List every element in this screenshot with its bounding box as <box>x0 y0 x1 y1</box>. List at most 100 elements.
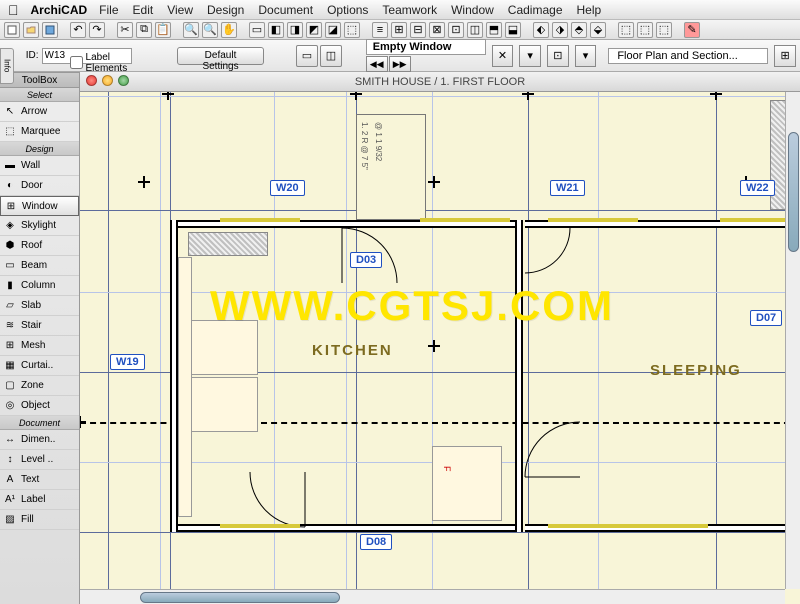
tool-wall[interactable]: ▬Wall <box>0 156 79 176</box>
redo-icon[interactable]: ↷ <box>89 22 105 38</box>
tool-label: Level .. <box>21 454 53 465</box>
align-e-icon[interactable]: ⊡ <box>448 22 464 38</box>
menu-teamwork[interactable]: Teamwork <box>382 3 437 17</box>
prev-item-icon[interactable]: ◀◀ <box>366 56 388 72</box>
view-b-icon[interactable]: ⬗ <box>552 22 568 38</box>
menu-cadimage[interactable]: Cadimage <box>508 3 563 17</box>
tool-marquee[interactable]: ⬚Marquee <box>0 122 79 142</box>
wall <box>170 220 178 532</box>
tool-level[interactable]: ↕Level .. <box>0 450 79 470</box>
view-a-icon[interactable]: ⬖ <box>533 22 549 38</box>
tag-d03[interactable]: D03 <box>350 252 382 268</box>
cut-icon[interactable]: ✂ <box>117 22 133 38</box>
tool-d-icon[interactable]: ◩ <box>306 22 322 38</box>
window-type-label[interactable]: Empty Window <box>366 39 486 55</box>
align-b-icon[interactable]: ⊞ <box>391 22 407 38</box>
pan-icon[interactable]: ✋ <box>221 22 237 38</box>
menu-window[interactable]: Window <box>451 3 494 17</box>
tool-b-icon[interactable]: ◧ <box>268 22 284 38</box>
label-elements-checkbox[interactable] <box>70 56 83 69</box>
slab-icon: ▱ <box>3 299 17 313</box>
next-item-icon[interactable]: ▶▶ <box>389 56 411 72</box>
counter <box>188 232 268 256</box>
tool-label[interactable]: A¹Label <box>0 490 79 510</box>
paste-icon[interactable]: 📋 <box>155 22 171 38</box>
highlight-icon[interactable]: ✎ <box>684 22 700 38</box>
tag-d07[interactable]: D07 <box>750 310 782 326</box>
close-window-icon[interactable] <box>86 75 97 86</box>
menu-document[interactable]: Document <box>258 3 313 17</box>
tool-zone[interactable]: ▢Zone <box>0 376 79 396</box>
anchor-a-icon[interactable]: ✕ <box>492 45 514 67</box>
tool-e-icon[interactable]: ◪ <box>325 22 341 38</box>
tool-text[interactable]: AText <box>0 470 79 490</box>
new-icon[interactable] <box>4 22 20 38</box>
tool-roof[interactable]: ⬢Roof <box>0 236 79 256</box>
trace-b-icon[interactable]: ⬚ <box>637 22 653 38</box>
menu-edit[interactable]: Edit <box>133 3 154 17</box>
anchor-b-icon[interactable]: ▾ <box>519 45 541 67</box>
tag-w19[interactable]: W19 <box>110 354 145 370</box>
copy-icon[interactable]: ⧉ <box>136 22 152 38</box>
view-d-icon[interactable]: ⬙ <box>590 22 606 38</box>
drawing-window-titlebar[interactable]: SMITH HOUSE / 1. FIRST FLOOR <box>80 72 800 92</box>
view-c-icon[interactable]: ⬘ <box>571 22 587 38</box>
undo-icon[interactable]: ↶ <box>70 22 86 38</box>
tool-dimension[interactable]: ↔Dimen.. <box>0 430 79 450</box>
tool-stair[interactable]: ≋Stair <box>0 316 79 336</box>
tool-curtain[interactable]: ▦Curtai.. <box>0 356 79 376</box>
geometry-b-icon[interactable]: ◫ <box>320 45 342 67</box>
align-g-icon[interactable]: ⬒ <box>486 22 502 38</box>
trace-c-icon[interactable]: ⬚ <box>656 22 672 38</box>
tool-slab[interactable]: ▱Slab <box>0 296 79 316</box>
tag-d08[interactable]: D08 <box>360 534 392 550</box>
tool-beam[interactable]: ▭Beam <box>0 256 79 276</box>
menu-help[interactable]: Help <box>577 3 602 17</box>
trace-a-icon[interactable]: ⬚ <box>618 22 634 38</box>
anchor-c-icon[interactable]: ⊡ <box>547 45 569 67</box>
default-settings-button[interactable]: Default Settings <box>177 47 264 65</box>
tool-column[interactable]: ▮Column <box>0 276 79 296</box>
tool-fill[interactable]: ▨Fill <box>0 510 79 530</box>
geometry-a-icon[interactable]: ▭ <box>296 45 318 67</box>
menu-options[interactable]: Options <box>327 3 368 17</box>
apple-menu-icon[interactable]:  <box>8 2 19 18</box>
align-d-icon[interactable]: ⊠ <box>429 22 445 38</box>
zoom-window-icon[interactable] <box>118 75 129 86</box>
tag-w21[interactable]: W21 <box>550 180 585 196</box>
open-icon[interactable] <box>23 22 39 38</box>
minimize-window-icon[interactable] <box>102 75 113 86</box>
menu-view[interactable]: View <box>167 3 193 17</box>
align-f-icon[interactable]: ◫ <box>467 22 483 38</box>
navigator-dropdown[interactable]: Floor Plan and Section... <box>608 48 768 64</box>
tool-arrow[interactable]: ↖Arrow <box>0 102 79 122</box>
tool-mesh[interactable]: ⊞Mesh <box>0 336 79 356</box>
tool-door[interactable]: ◐Door <box>0 176 79 196</box>
zoom-out-icon[interactable]: 🔍 <box>202 22 218 38</box>
tool-skylight[interactable]: ◈Skylight <box>0 216 79 236</box>
info-tab[interactable]: Info <box>0 48 14 84</box>
tool-f-icon[interactable]: ⬚ <box>344 22 360 38</box>
app-name[interactable]: ArchiCAD <box>31 3 88 17</box>
tool-a-icon[interactable]: ▭ <box>249 22 265 38</box>
anchor-d-icon[interactable]: ▾ <box>575 45 597 67</box>
tool-object[interactable]: ◎Object <box>0 396 79 416</box>
menu-design[interactable]: Design <box>207 3 244 17</box>
roof-icon: ⬢ <box>3 239 17 253</box>
tool-c-icon[interactable]: ◨ <box>287 22 303 38</box>
menu-file[interactable]: File <box>99 3 118 17</box>
navigator-settings-icon[interactable]: ⊞ <box>774 45 796 67</box>
align-a-icon[interactable]: ≡ <box>372 22 388 38</box>
tag-w20[interactable]: W20 <box>270 180 305 196</box>
align-c-icon[interactable]: ⊟ <box>410 22 426 38</box>
align-h-icon[interactable]: ⬓ <box>505 22 521 38</box>
zoom-in-icon[interactable]: 🔍 <box>183 22 199 38</box>
tool-label: Marquee <box>21 126 60 137</box>
vertical-scrollbar[interactable] <box>785 92 800 589</box>
section-design: Design <box>0 142 79 156</box>
tool-window[interactable]: ⊞Window <box>0 196 79 216</box>
floorplan-canvas[interactable]: 1. 2 R @ 7 5" @ 1 1 9/32 F <box>80 92 800 604</box>
save-icon[interactable] <box>42 22 58 38</box>
horizontal-scrollbar[interactable] <box>80 589 785 604</box>
tag-w22[interactable]: W22 <box>740 180 775 196</box>
